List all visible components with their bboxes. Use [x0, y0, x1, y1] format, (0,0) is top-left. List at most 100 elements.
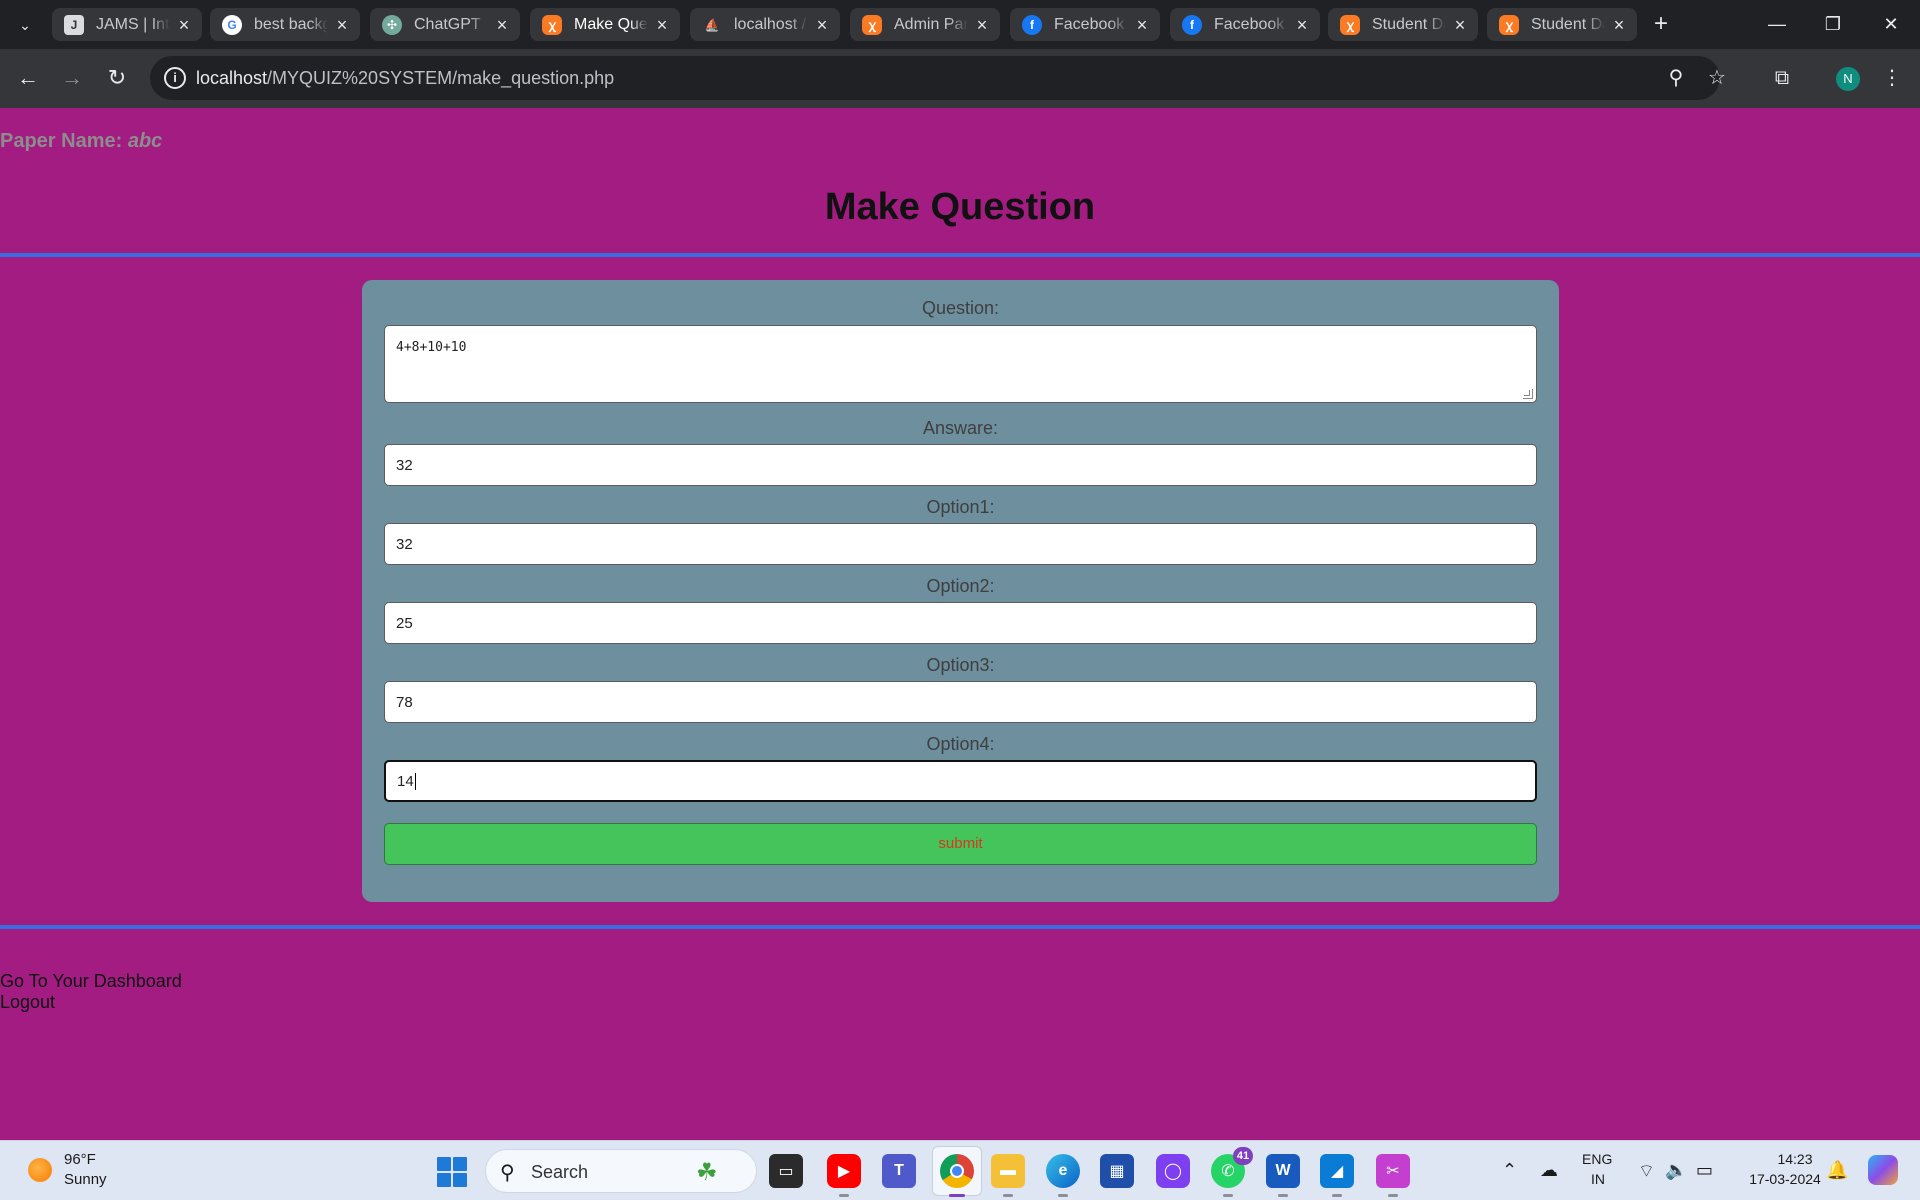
close-icon[interactable]: ×	[334, 16, 350, 34]
logout-link[interactable]: Logout	[0, 992, 55, 1013]
new-tab-plus-icon[interactable]: +	[1648, 12, 1674, 38]
tab-admin-panel[interactable]: ꭓ Admin Panel ×	[850, 8, 1000, 41]
file-explorer-icon[interactable]: ▬	[991, 1154, 1025, 1197]
xampp-icon: ꭓ	[542, 14, 562, 35]
address-bar[interactable]: i localhost/MYQUIZ%20SYSTEM/make_questio…	[150, 56, 1726, 100]
profile-avatar[interactable]: N	[1836, 67, 1860, 91]
window-close-icon[interactable]: ✕	[1876, 12, 1906, 38]
option1-input[interactable]: 32	[384, 523, 1537, 565]
url-text[interactable]: localhost/MYQUIZ%20SYSTEM/make_question.…	[196, 68, 614, 89]
teams-icon[interactable]: T	[882, 1154, 916, 1188]
submit-button[interactable]: submit	[384, 823, 1537, 865]
close-icon[interactable]: ×	[1611, 16, 1627, 34]
weather-desc[interactable]: Sunny	[64, 1171, 107, 1188]
youtube-icon[interactable]: ▶	[827, 1154, 861, 1197]
tab-student-dashboard-2[interactable]: ꭓ Student Dashboard ×	[1487, 8, 1637, 41]
tab-title: Admin Panel	[894, 15, 968, 33]
question-form: Question: 4+8+10+10 Answare: 32 Option1:…	[362, 280, 1559, 902]
volume-icon[interactable]: 🔈	[1665, 1160, 1687, 1181]
page-title: Make Question	[824, 186, 1096, 228]
task-view-icon[interactable]: ▭	[769, 1154, 803, 1188]
close-icon[interactable]: ×	[1452, 16, 1468, 34]
option1-value: 32	[396, 535, 413, 553]
chatgpt-icon: ✣	[382, 14, 402, 35]
language-top[interactable]: ENG	[1582, 1151, 1612, 1167]
weather-sun-icon[interactable]	[28, 1158, 52, 1182]
option1-label: Option1:	[926, 497, 995, 517]
answer-label: Answare:	[922, 418, 999, 438]
weather-temp[interactable]: 96°F	[64, 1151, 96, 1168]
close-icon[interactable]: ×	[654, 16, 670, 34]
option2-input[interactable]: 25	[384, 602, 1537, 644]
facebook-icon: f	[1022, 14, 1042, 35]
option4-value: 14	[397, 772, 414, 790]
word-icon[interactable]: W	[1266, 1154, 1300, 1197]
whatsapp-badge: 41	[1233, 1147, 1253, 1165]
text-caret	[414, 772, 416, 790]
close-icon[interactable]: ×	[176, 16, 192, 34]
zoom-icon[interactable]: ⚲	[1664, 66, 1688, 90]
tab-title: Facebook	[1214, 15, 1285, 33]
copilot-icon[interactable]	[1868, 1155, 1898, 1185]
store-icon[interactable]: ▦	[1100, 1154, 1134, 1188]
tab-chatgpt[interactable]: ✣ ChatGPT ×	[370, 8, 520, 41]
close-icon[interactable]: ×	[814, 16, 830, 34]
tab-search-chevron-icon[interactable]: ⌄	[10, 12, 40, 38]
tray-chevron-up-icon[interactable]: ⌃	[1502, 1160, 1517, 1181]
answer-input[interactable]: 32	[384, 444, 1537, 486]
tab-facebook-2[interactable]: f Facebook ×	[1170, 8, 1320, 41]
tab-student-dashboard-1[interactable]: ꭓ Student Dashboard ×	[1328, 8, 1478, 41]
edge-icon[interactable]: e	[1046, 1154, 1080, 1197]
chrome-icon[interactable]	[940, 1154, 974, 1197]
minimize-icon[interactable]: —	[1762, 12, 1792, 38]
whatsapp-icon[interactable]: ✆ 41	[1211, 1147, 1253, 1197]
close-icon[interactable]: ×	[1134, 16, 1150, 34]
bottom-divider	[0, 925, 1920, 929]
option3-input[interactable]: 78	[384, 681, 1537, 723]
facebook-icon: f	[1182, 14, 1202, 35]
forward-arrow-icon[interactable]: →	[56, 62, 88, 94]
tab-facebook-1[interactable]: f Facebook ×	[1010, 8, 1160, 41]
paper-name: Paper Name: abc	[0, 130, 162, 153]
resize-handle-icon[interactable]	[1523, 389, 1533, 399]
app-ring-icon[interactable]: ◯	[1156, 1154, 1190, 1188]
site-info-icon[interactable]: i	[164, 67, 186, 89]
clover-icon: ☘	[696, 1159, 718, 1186]
back-arrow-icon[interactable]: ←	[12, 62, 44, 94]
search-icon: ⚲	[500, 1162, 515, 1184]
dashboard-link[interactable]: Go To Your Dashboard	[0, 971, 182, 992]
reload-icon[interactable]: ↻	[101, 62, 133, 94]
url-path: /MYQUIZ%20SYSTEM/make_question.php	[267, 68, 615, 88]
close-icon[interactable]: ×	[974, 16, 990, 34]
language-bottom[interactable]: IN	[1591, 1171, 1605, 1187]
clock-date[interactable]: 17-03-2024	[1735, 1171, 1835, 1187]
close-icon[interactable]: ×	[494, 16, 510, 34]
clock-time[interactable]: 14:23	[1755, 1151, 1835, 1167]
battery-icon[interactable]: ▭	[1696, 1160, 1713, 1181]
tab-jams[interactable]: J JAMS | International ×	[52, 8, 202, 41]
taskbar-search[interactable]: ⚲ Search ☘	[485, 1149, 757, 1193]
photos-icon[interactable]: ◢	[1320, 1154, 1354, 1197]
tab-title: Student Dashboard	[1372, 15, 1446, 33]
menu-kebab-icon[interactable]: ⋮	[1880, 66, 1904, 90]
extensions-puzzle-icon[interactable]: ⧉	[1770, 66, 1794, 90]
question-textarea[interactable]: 4+8+10+10	[384, 325, 1537, 403]
tab-google-search[interactable]: G best background ×	[210, 8, 360, 41]
tab-phpmyadmin[interactable]: ⛵ localhost / 127.0.0.1 ×	[690, 8, 840, 41]
paper-name-value: abc	[127, 130, 163, 152]
xampp-icon: ꭓ	[1499, 14, 1519, 35]
onedrive-cloud-icon[interactable]: ☁	[1540, 1160, 1558, 1181]
tab-make-question[interactable]: ꭓ Make Question ×	[530, 8, 680, 41]
notification-bell-icon[interactable]: 🔔	[1826, 1160, 1848, 1181]
bookmark-star-icon[interactable]: ☆	[1705, 66, 1729, 90]
wifi-icon[interactable]: ⌔	[1638, 1160, 1655, 1183]
paper-name-label: Paper Name:	[0, 130, 123, 152]
snipping-icon[interactable]: ✂	[1376, 1154, 1410, 1197]
close-icon[interactable]: ×	[1294, 16, 1310, 34]
option4-input[interactable]: 14	[384, 760, 1537, 802]
option3-value: 78	[396, 693, 413, 711]
question-label: Question:	[921, 298, 1000, 318]
google-icon: G	[222, 14, 242, 35]
restore-icon[interactable]: ❐	[1818, 12, 1848, 38]
windows-start-icon[interactable]	[437, 1157, 467, 1187]
